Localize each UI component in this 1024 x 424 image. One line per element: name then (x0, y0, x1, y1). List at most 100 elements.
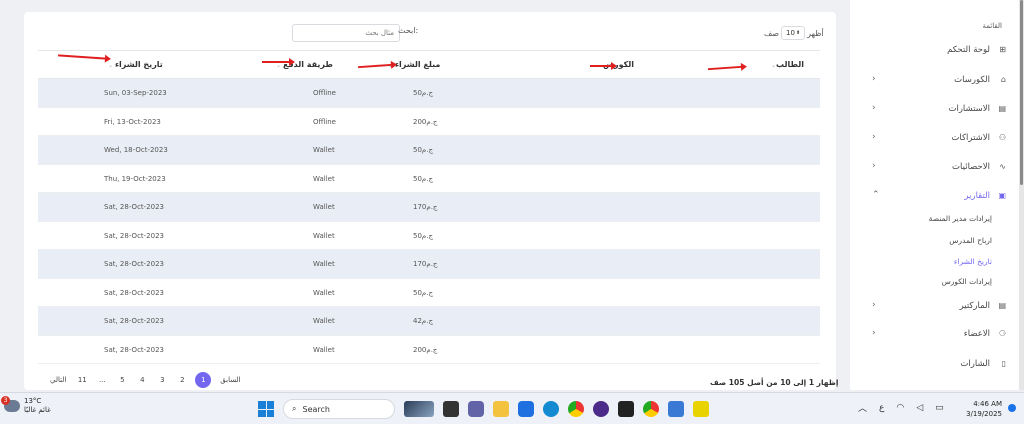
page-length-select[interactable]: 10 ⬍ (781, 26, 806, 40)
table-row: 170ج.م Wallet Sat, 28-Oct-2023 (38, 250, 820, 279)
sidebar-subitem-purchase-history[interactable]: تاريخ الشراء (954, 257, 992, 266)
col-date[interactable]: ⌄ تاريخ الشراء (108, 60, 163, 69)
sidebar-subitem-course-revenue[interactable]: إيرادات الكورس (942, 277, 992, 286)
annotation-arrow (262, 58, 295, 66)
sidebar-item-consultations[interactable]: ▤ الاستشارات › (860, 101, 1010, 119)
weather-text: غائم غالبًا (24, 406, 51, 414)
sidebar-item-courses[interactable]: ⌂ الكورسات › (860, 72, 1010, 90)
table-row: 170ج.م Wallet Sat, 28-Oct-2023 (38, 193, 820, 222)
taskbar-search[interactable]: ⌕ Search (283, 399, 395, 419)
sidebar-subitem-teacher-profits[interactable]: ارباح المدرس (949, 236, 992, 245)
payment-method-cell: Wallet (313, 317, 335, 325)
payment-method-cell: Wallet (313, 146, 335, 154)
courses-icon: ⌂ (1000, 75, 1006, 84)
folder-icon[interactable] (493, 401, 509, 417)
sidebar-item-members[interactable]: ⚆ الاعضاء › (860, 326, 1010, 344)
payment-method-cell: Wallet (313, 203, 335, 211)
table-info: إظهار 1 إلى 10 من أصل 105 صف (710, 378, 839, 387)
page-button[interactable]: 1 (195, 372, 212, 388)
language-indicator[interactable]: ع (879, 403, 884, 413)
prev-page-button[interactable]: السابق (214, 376, 246, 384)
payment-method-cell: Offline (313, 89, 336, 97)
amount-cell: 170ج.م (413, 203, 438, 211)
payment-method-cell: Wallet (313, 288, 335, 297)
file-manager-icon[interactable] (443, 401, 459, 417)
battery-icon[interactable]: ▭ (935, 403, 944, 413)
chrome-icon[interactable] (568, 401, 584, 417)
stats-icon: ∿ (999, 162, 1006, 171)
page-button[interactable]: 11 (72, 376, 92, 384)
terminal-icon[interactable] (618, 401, 634, 417)
chevron-up-icon: ⌃ (872, 190, 880, 200)
purchase-date-cell: Wed, 18-Oct-2023 (104, 146, 168, 154)
page-button[interactable]: 5 (112, 376, 132, 384)
volume-icon[interactable]: ◁ (916, 403, 923, 413)
notification-icon[interactable] (1008, 404, 1016, 412)
table-row: 200ج.م Offline Fri, 13-Oct-2023 (38, 108, 820, 136)
next-page-button[interactable]: التالي (44, 376, 72, 384)
notification-badge: 3 (1, 396, 10, 405)
table-row: 42ج.م Wallet Sat, 28-Oct-2023 (38, 307, 820, 336)
table-header: ⌄الطالب ⌄ الكورس ⌄ مبلغ الشراء ⌄ طريقة ا… (38, 50, 820, 79)
page-length-control: صف 10 ⬍ أظهر (764, 26, 824, 40)
cloud-icon: 3 (1, 396, 20, 412)
table-body: 50ج.م Offline Sun, 03-Sep-2023 200ج.م Offlin… (38, 79, 820, 364)
chevron-right-icon: › (872, 103, 876, 113)
edge-icon[interactable] (543, 401, 559, 417)
show-label: أظهر (807, 28, 824, 38)
dashboard-icon: ⊞ (999, 45, 1006, 54)
notepad-icon[interactable] (668, 401, 684, 417)
table-row: 50ج.م Offline Sun, 03-Sep-2023 (38, 79, 820, 108)
store-icon[interactable] (518, 401, 534, 417)
annotation-arrow (590, 62, 617, 70)
search-icon: ⌕ (292, 404, 297, 413)
amount-cell: 170ج.م (413, 260, 438, 268)
chevron-up-icon[interactable]: ︿ (858, 401, 867, 414)
purchase-date-cell: Sat, 28-Oct-2023 (104, 288, 164, 297)
subscriptions-icon: ⚇ (998, 133, 1006, 142)
sidebar-item-marketer[interactable]: ▤ الماركتير › (860, 298, 1010, 316)
purchase-date-cell: Sun, 03-Sep-2023 (104, 89, 167, 97)
page-button[interactable]: 2 (172, 376, 192, 384)
search-input[interactable] (292, 24, 400, 42)
amount-cell: 42ج.م (413, 317, 433, 325)
wifi-icon[interactable]: ◠ (896, 403, 904, 413)
sidebar-item-badges[interactable]: ▯ الشارات (860, 356, 1010, 374)
page-length-value: 10 (786, 29, 795, 37)
col-student[interactable]: ⌄الطالب (771, 60, 804, 69)
sidebar-subitem-platform-revenue[interactable]: إيرادات مدير المنصة (929, 214, 992, 223)
sidebar-section-title: القائمة (982, 22, 1003, 30)
scrollbar-thumb[interactable] (1020, 0, 1023, 185)
chrome-icon[interactable] (643, 401, 659, 417)
payment-method-cell: Wallet (313, 345, 335, 354)
marketer-icon: ▤ (998, 301, 1006, 310)
sidebar-item-dashboard[interactable]: ⊞ لوحة التحكم (860, 42, 1010, 60)
bird-widget-icon[interactable] (404, 401, 434, 417)
sidebar-item-label: الاعضاء (963, 329, 990, 339)
teams-icon[interactable] (468, 401, 484, 417)
amount-cell: 50ج.م (413, 288, 433, 297)
sidebar-item-stats[interactable]: ∿ الاحصائيات › (860, 159, 1010, 177)
sidebar-item-subscriptions[interactable]: ⚇ الاشتراكات › (860, 130, 1010, 148)
purchase-date-cell: Thu, 19-Oct-2023 (104, 174, 166, 183)
payment-method-cell: Wallet (313, 260, 335, 268)
app-icon[interactable] (593, 401, 609, 417)
chevron-right-icon: › (872, 132, 876, 142)
weather-widget[interactable]: 3 13°C غائم غالبًا (1, 396, 51, 415)
clock[interactable]: 4:46 AM 3/19/2025 (962, 399, 1002, 419)
search-label: ابحث: (398, 26, 419, 35)
sticky-notes-icon[interactable] (693, 401, 709, 417)
windows-start-icon[interactable] (258, 401, 274, 417)
chevron-right-icon: › (872, 74, 876, 84)
payment-method-cell: Wallet (313, 174, 335, 183)
page-button[interactable]: 4 (132, 376, 152, 384)
sidebar-item-label: لوحة التحكم (947, 45, 990, 55)
amount-cell: 200ج.م (413, 117, 438, 126)
chevron-right-icon: › (872, 161, 876, 171)
amount-cell: 50ج.م (413, 146, 433, 154)
sidebar-item-label: الاستشارات (948, 104, 990, 114)
badges-icon: ▯ (1001, 359, 1006, 368)
sidebar-item-reports[interactable]: ▣ التقارير ⌃ (860, 188, 1010, 206)
chevron-right-icon: › (872, 328, 876, 338)
page-button[interactable]: 3 (152, 376, 172, 384)
